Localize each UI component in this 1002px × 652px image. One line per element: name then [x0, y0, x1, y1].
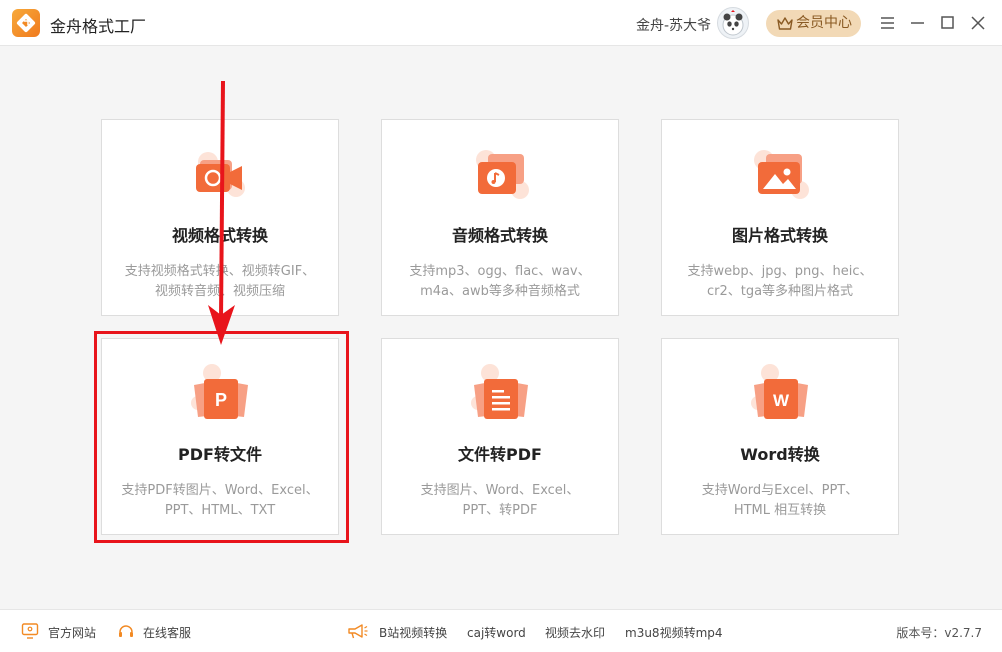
username-label[interactable]: 金舟-苏大爷 — [636, 15, 711, 35]
card-title: 音频格式转换 — [451, 226, 548, 245]
menu-icon[interactable] — [878, 13, 898, 33]
video-camera-icon — [196, 152, 245, 197]
svg-text:W: W — [773, 391, 790, 410]
footer-link[interactable]: m3u8视频转mp4 — [625, 624, 723, 641]
card-pdf-to-file[interactable]: P PDF转文件 支持PDF转图片、Word、Excel、 PPT、HTML、T… — [101, 338, 339, 535]
card-desc-line: HTML 相互转换 — [733, 503, 827, 518]
main-area: 视频格式转换 支持视频格式转换、视频转GIF、 视频转音频、视频压缩 音频格式转… — [0, 47, 1002, 609]
card-desc-line: 支持mp3、ogg、flac、wav、 — [409, 264, 591, 279]
title-bar: 金舟格式工厂 金舟-苏大爷 会员中心 — [0, 0, 1002, 46]
card-description: 支持mp3、ogg、flac、wav、 m4a、awb等多种音频格式 — [394, 262, 606, 302]
card-desc-line: 支持webp、jpg、png、heic、 — [687, 264, 873, 279]
svg-text:P: P — [215, 390, 227, 410]
card-audio-convert[interactable]: 音频格式转换 支持mp3、ogg、flac、wav、 m4a、awb等多种音频格… — [381, 119, 619, 316]
footer-link[interactable]: 视频去水印 — [545, 624, 605, 641]
card-title: 视频格式转换 — [171, 226, 268, 245]
card-video-convert[interactable]: 视频格式转换 支持视频格式转换、视频转GIF、 视频转音频、视频压缩 — [101, 119, 339, 316]
pdf-p-icon: P — [191, 364, 248, 419]
card-title: PDF转文件 — [178, 445, 262, 464]
headset-icon — [119, 625, 133, 637]
vip-center-label: 会员中心 — [796, 15, 852, 31]
version-label: 版本号：v2.7.7 — [896, 626, 982, 640]
close-icon[interactable] — [968, 13, 988, 33]
app-logo-icon — [12, 9, 40, 37]
app-title: 金舟格式工厂 — [50, 17, 147, 36]
avatar[interactable] — [717, 7, 749, 39]
card-description: 支持webp、jpg、png、heic、 cr2、tga等多种图片格式 — [674, 262, 886, 302]
megaphone-icon — [348, 624, 368, 639]
card-file-to-pdf[interactable]: 文件转PDF 支持图片、Word、Excel、 PPT、转PDF — [381, 338, 619, 535]
crown-icon — [777, 17, 793, 30]
online-service-link[interactable]: 在线客服 — [143, 624, 191, 641]
card-description: 支持视频格式转换、视频转GIF、 视频转音频、视频压缩 — [114, 262, 326, 302]
minimize-icon[interactable] — [908, 13, 928, 33]
monitor-icon — [21, 623, 39, 639]
card-desc-line: 视频转音频、视频压缩 — [154, 284, 285, 299]
footer-link[interactable]: B站视频转换 — [379, 624, 447, 641]
card-image-convert[interactable]: 图片格式转换 支持webp、jpg、png、heic、 cr2、tga等多种图片… — [661, 119, 899, 316]
card-description: 支持PDF转图片、Word、Excel、 PPT、HTML、TXT — [114, 481, 326, 521]
card-desc-line: 支持图片、Word、Excel、 — [420, 483, 580, 498]
music-note-icon — [476, 150, 529, 199]
card-description: 支持Word与Excel、PPT、 HTML 相互转换 — [674, 481, 886, 521]
card-desc-line: m4a、awb等多种音频格式 — [420, 284, 580, 299]
document-lines-icon — [471, 364, 528, 419]
card-description: 支持图片、Word、Excel、 PPT、转PDF — [394, 481, 606, 521]
card-desc-line: 支持Word与Excel、PPT、 — [701, 483, 859, 498]
card-title: Word转换 — [740, 445, 820, 464]
card-desc-line: 支持PDF转图片、Word、Excel、 — [121, 483, 319, 498]
card-desc-line: PPT、HTML、TXT — [164, 503, 276, 518]
card-title: 文件转PDF — [458, 445, 542, 464]
maximize-icon[interactable] — [938, 13, 958, 33]
vip-center-button[interactable]: 会员中心 — [766, 10, 861, 37]
footer-bar: 官方网站 在线客服 B站视频转换 caj转word 视频去水印 m3u8视频转m… — [0, 609, 1002, 652]
card-desc-line: PPT、转PDF — [462, 503, 538, 518]
footer-link[interactable]: caj转word — [467, 624, 526, 641]
card-desc-line: 支持视频格式转换、视频转GIF、 — [124, 264, 316, 279]
card-word-convert[interactable]: W Word转换 支持Word与Excel、PPT、 HTML 相互转换 — [661, 338, 899, 535]
official-website-link[interactable]: 官方网站 — [48, 624, 96, 641]
image-icon — [754, 150, 809, 199]
card-title: 图片格式转换 — [731, 226, 828, 245]
word-w-icon: W — [751, 364, 808, 419]
card-desc-line: cr2、tga等多种图片格式 — [706, 284, 854, 299]
